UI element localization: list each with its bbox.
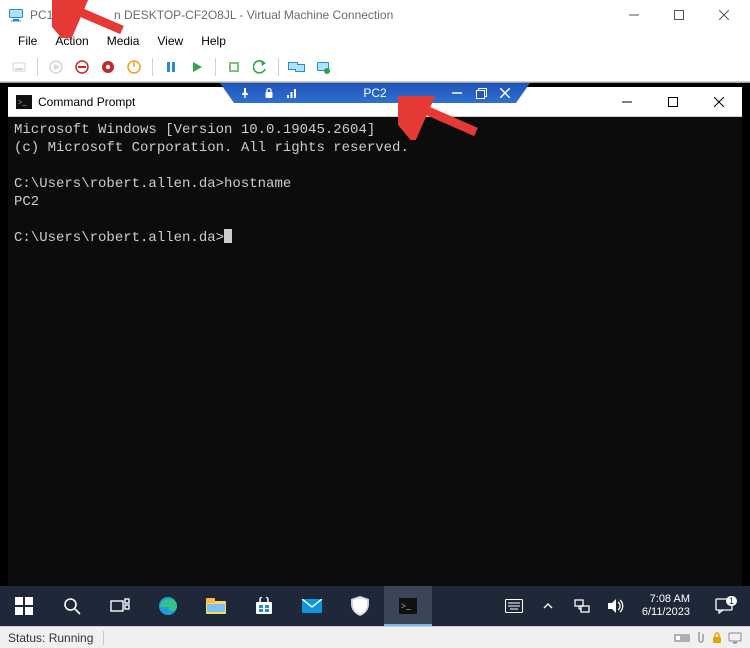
volume-icon[interactable]: [604, 586, 628, 626]
reset-icon[interactable]: [186, 56, 208, 78]
close-button[interactable]: [701, 0, 746, 30]
keyboard-icon[interactable]: [502, 586, 526, 626]
mail-icon[interactable]: [288, 586, 336, 626]
start-disabled-icon[interactable]: [45, 56, 67, 78]
network-icon[interactable]: [570, 586, 594, 626]
cmd-line: C:\Users\robert.allen.da>hostname: [14, 176, 291, 192]
minimize-button[interactable]: [611, 0, 656, 30]
cmd-line: Microsoft Windows [Version 10.0.19045.26…: [14, 122, 375, 138]
clock-time: 7:08 AM: [642, 593, 690, 606]
vm-title: PC1 n DESKTOP-CF2O8JL - Virtual Machine …: [30, 8, 393, 22]
menu-action[interactable]: Action: [47, 32, 96, 50]
cmd-title-text: Command Prompt: [38, 95, 135, 109]
action-center-icon[interactable]: 1: [704, 598, 744, 614]
hyperv-monitor-icon: [8, 7, 24, 23]
guest-display[interactable]: >_ Command Prompt Microsoft Windows [Ver…: [0, 82, 750, 626]
cmd-icon: >_: [16, 94, 32, 110]
shutdown-icon[interactable]: [97, 56, 119, 78]
menu-file[interactable]: File: [10, 32, 45, 50]
store-icon[interactable]: [240, 586, 288, 626]
menu-help[interactable]: Help: [193, 32, 234, 50]
cmd-prompt: C:\Users\robert.allen.da>: [14, 230, 224, 246]
lock-icon[interactable]: [262, 86, 276, 100]
display-status-icon: [728, 632, 742, 644]
cmd-output[interactable]: Microsoft Windows [Version 10.0.19045.26…: [8, 117, 742, 607]
revert-icon[interactable]: [249, 56, 271, 78]
vm-connection-window: PC1 n DESKTOP-CF2O8JL - Virtual Machine …: [0, 0, 750, 648]
svg-text:>_: >_: [18, 98, 28, 107]
nic-status-icon: [674, 632, 690, 644]
clock-date: 6/11/2023: [642, 606, 690, 619]
status-text: Status: Running: [8, 631, 104, 645]
cmd-line: PC2: [14, 194, 39, 210]
share-icon[interactable]: [312, 56, 334, 78]
conn-minimize-icon[interactable]: [450, 86, 464, 100]
search-icon[interactable]: [48, 586, 96, 626]
guest-taskbar: >_ 7:08 AM 6/11/2023: [0, 586, 750, 626]
pin-icon[interactable]: [238, 86, 252, 100]
clip-status-icon: [696, 631, 706, 645]
cmd-maximize-button[interactable]: [650, 87, 696, 117]
vm-toolbar: [0, 52, 750, 82]
lock-status-icon: [712, 632, 722, 644]
status-icons: [674, 631, 742, 645]
edge-icon[interactable]: [144, 586, 192, 626]
checkpoint-icon[interactable]: [223, 56, 245, 78]
turnoff-icon[interactable]: [71, 56, 93, 78]
command-prompt-window: >_ Command Prompt Microsoft Windows [Ver…: [8, 87, 742, 607]
taskview-icon[interactable]: [96, 586, 144, 626]
pause-icon[interactable]: [160, 56, 182, 78]
svg-text:>_: >_: [401, 601, 411, 611]
enhanced-session-icon[interactable]: [286, 56, 308, 78]
connection-bar[interactable]: PC2: [220, 83, 530, 103]
maximize-button[interactable]: [656, 0, 701, 30]
status-bar: Status: Running: [0, 626, 750, 648]
vm-titlebar[interactable]: PC1 n DESKTOP-CF2O8JL - Virtual Machine …: [0, 0, 750, 30]
conn-close-icon[interactable]: [498, 86, 512, 100]
taskbar-clock[interactable]: 7:08 AM 6/11/2023: [638, 593, 694, 619]
start-button[interactable]: [0, 586, 48, 626]
security-icon[interactable]: [336, 586, 384, 626]
cmd-minimize-button[interactable]: [604, 87, 650, 117]
cmd-taskbar-icon[interactable]: >_: [384, 586, 432, 626]
cursor: [224, 229, 232, 243]
cmd-close-button[interactable]: [696, 87, 742, 117]
tray-chevron-up-icon[interactable]: [536, 586, 560, 626]
connection-label: PC2: [314, 86, 436, 100]
menu-media[interactable]: Media: [99, 32, 148, 50]
system-tray: 7:08 AM 6/11/2023 1: [502, 586, 750, 626]
conn-restore-icon[interactable]: [474, 86, 488, 100]
explorer-icon[interactable]: [192, 586, 240, 626]
save-icon[interactable]: [123, 56, 145, 78]
signal-icon: [286, 86, 300, 100]
ctrl-alt-del-icon[interactable]: [8, 56, 30, 78]
cmd-line: (c) Microsoft Corporation. All rights re…: [14, 140, 409, 156]
menu-view[interactable]: View: [149, 32, 191, 50]
vm-menubar: File Action Media View Help: [0, 30, 750, 52]
